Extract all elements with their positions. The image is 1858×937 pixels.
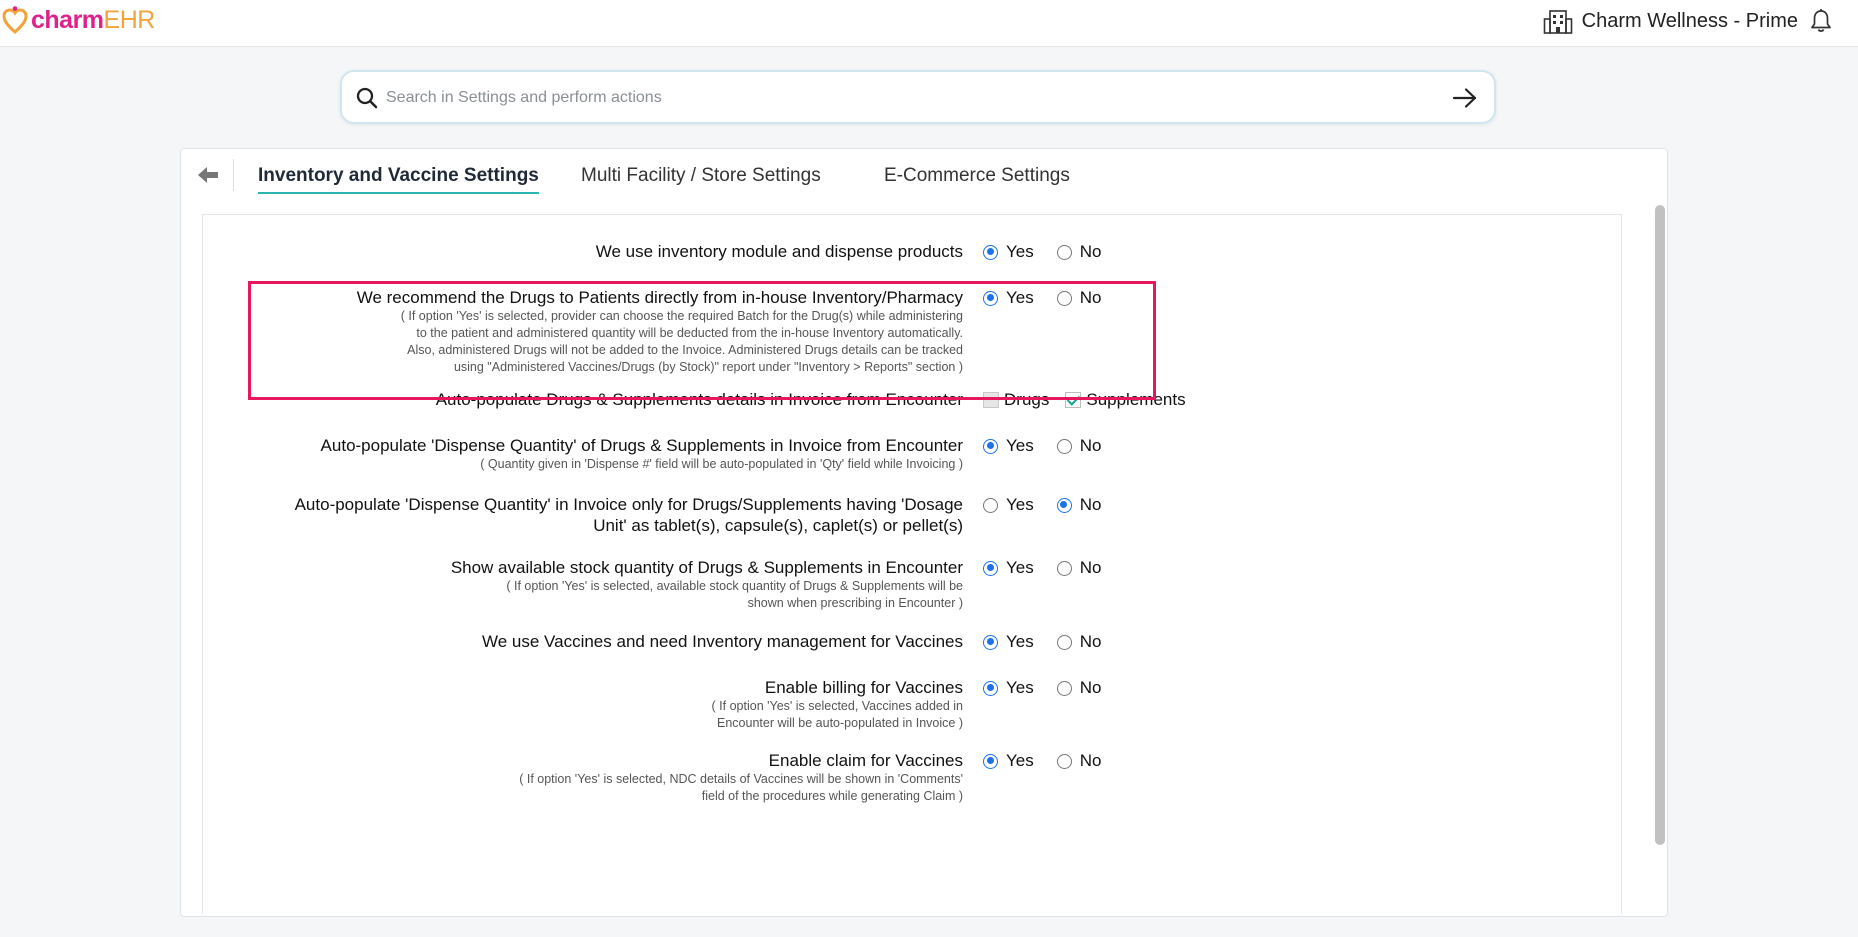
radio-no[interactable]: No <box>1056 242 1102 262</box>
settings-tabs: Inventory and Vaccine Settings Multi Fac… <box>181 149 1667 201</box>
setting-note-line: shown when prescribing in Encounter ) <box>747 596 963 610</box>
radio-yes[interactable]: Yes <box>983 751 1034 771</box>
setting-question: We use Vaccines and need Inventory manag… <box>482 632 963 651</box>
radio-yes[interactable]: Yes <box>983 678 1034 698</box>
setting-note-line: ( Quantity given in 'Dispense #' field w… <box>480 457 963 471</box>
radio-label: Yes <box>1006 288 1034 307</box>
radio-button[interactable] <box>983 560 998 576</box>
setting-question: We recommend the Drugs to Patients direc… <box>356 288 963 307</box>
top-bar: charmEHR Charm Wellness - Prime <box>0 0 1858 47</box>
tab-inventory-vaccine-settings[interactable]: Inventory and Vaccine Settings <box>258 165 539 194</box>
radio-label: No <box>1079 678 1102 697</box>
radio-label: Yes <box>1006 558 1034 577</box>
radio-no[interactable]: No <box>1056 751 1102 771</box>
radio-label: No <box>1079 751 1102 770</box>
tab-divider <box>233 159 234 191</box>
radio-label: Yes <box>1006 436 1034 455</box>
radio-no[interactable]: No <box>1056 288 1102 308</box>
setting-note-line: field of the procedures while generating… <box>701 789 963 803</box>
radio-label: Yes <box>1006 678 1034 697</box>
checkbox[interactable] <box>983 392 999 408</box>
radio-button[interactable] <box>1056 290 1072 306</box>
back-arrow-icon[interactable] <box>197 166 219 184</box>
radio-button[interactable] <box>1056 634 1072 650</box>
heart-logo-icon <box>2 6 28 34</box>
setting-note-line: ( If option 'Yes' is selected, available… <box>506 579 963 593</box>
radio-button[interactable] <box>983 497 998 513</box>
radio-button[interactable] <box>983 680 998 696</box>
setting-question-line: Auto-populate 'Dispense Quantity' in Inv… <box>294 495 963 514</box>
radio-no[interactable]: No <box>1056 678 1102 698</box>
radio-label: Yes <box>1006 495 1034 514</box>
setting-question: Enable claim for Vaccines <box>768 751 963 770</box>
setting-note-line: using "Administered Vaccines/Drugs (by S… <box>453 360 963 374</box>
checkbox-label: Drugs <box>1004 390 1050 409</box>
radio-yes[interactable]: Yes <box>983 288 1034 308</box>
radio-yes[interactable]: Yes <box>983 632 1034 652</box>
facility-name: Charm Wellness - Prime <box>1581 9 1798 32</box>
radio-button[interactable] <box>983 634 998 650</box>
setting-note-line: Encounter will be auto-populated in Invo… <box>717 716 963 730</box>
radio-button[interactable] <box>983 244 998 260</box>
tab-multi-facility-store-settings[interactable]: Multi Facility / Store Settings <box>581 165 821 187</box>
checkbox-drugs[interactable]: Drugs <box>983 390 1049 410</box>
radio-no[interactable]: No <box>1056 558 1102 578</box>
radio-yes[interactable]: Yes <box>983 558 1034 578</box>
setting-note-line: Also, administered Drugs will not be add… <box>407 343 963 357</box>
radio-no[interactable]: No <box>1056 436 1102 456</box>
radio-label: Yes <box>1006 632 1034 651</box>
radio-yes[interactable]: Yes <box>983 495 1034 515</box>
radio-button[interactable] <box>1056 244 1072 260</box>
radio-button[interactable] <box>1056 560 1072 576</box>
radio-no[interactable]: No <box>1056 495 1102 515</box>
radio-label: No <box>1079 632 1102 651</box>
setting-note-line: to the patient and administered quantity… <box>416 326 963 340</box>
setting-note-line: ( If option 'Yes' is selected, provider … <box>400 309 963 323</box>
arrow-right-icon[interactable] <box>1452 86 1478 110</box>
radio-label: No <box>1079 436 1102 455</box>
radio-button[interactable] <box>1056 753 1072 769</box>
radio-button[interactable] <box>1056 680 1072 696</box>
radio-button[interactable] <box>983 438 998 454</box>
bell-icon[interactable] <box>1809 8 1833 34</box>
charmehr-logo[interactable]: charmEHR <box>2 4 155 36</box>
radio-button[interactable] <box>1056 438 1072 454</box>
setting-note-line: ( If option 'Yes' is selected, Vaccines … <box>711 699 963 713</box>
facility-switcher[interactable]: Charm Wellness - Prime <box>1543 6 1798 36</box>
setting-question: Auto-populate 'Dispense Quantity' of Dru… <box>320 436 963 455</box>
radio-button[interactable] <box>983 753 998 769</box>
building-icon <box>1543 10 1572 34</box>
search-input[interactable] <box>386 84 1386 112</box>
checkbox-supplements[interactable]: Supplements <box>1065 390 1186 410</box>
checkbox-label: Supplements <box>1086 390 1186 409</box>
settings-panel: Inventory and Vaccine Settings Multi Fac… <box>180 148 1668 917</box>
search-icon <box>356 87 378 109</box>
radio-button[interactable] <box>983 290 998 306</box>
radio-no[interactable]: No <box>1056 632 1102 652</box>
setting-question: We use inventory module and dispense pro… <box>595 242 963 261</box>
setting-question: Enable billing for Vaccines <box>764 678 963 697</box>
radio-label: Yes <box>1006 751 1034 770</box>
vertical-scrollbar[interactable] <box>1653 201 1667 917</box>
scrollbar-thumb[interactable] <box>1655 205 1665 845</box>
radio-label: No <box>1079 495 1102 514</box>
setting-question: Auto-populate Drugs & Supplements detail… <box>435 390 963 409</box>
checkbox[interactable] <box>1065 392 1082 408</box>
settings-content: We use inventory module and dispense pro… <box>202 214 1622 914</box>
radio-button[interactable] <box>1056 497 1072 513</box>
setting-question-line: Unit' as tablet(s), capsule(s), caplet(s… <box>593 516 963 535</box>
radio-label: No <box>1079 242 1102 261</box>
radio-label: No <box>1079 288 1102 307</box>
logo-ehr-text: EHR <box>103 5 156 34</box>
setting-note-line: ( If option 'Yes' is selected, NDC detai… <box>519 772 963 786</box>
tab-ecommerce-settings[interactable]: E-Commerce Settings <box>884 165 1070 187</box>
setting-question: Show available stock quantity of Drugs &… <box>450 558 963 577</box>
radio-yes[interactable]: Yes <box>983 436 1034 456</box>
radio-yes[interactable]: Yes <box>983 242 1034 262</box>
settings-search-bar <box>340 70 1496 124</box>
logo-charm-text: charm <box>31 5 104 34</box>
radio-label: Yes <box>1006 242 1034 261</box>
radio-label: No <box>1079 558 1102 577</box>
